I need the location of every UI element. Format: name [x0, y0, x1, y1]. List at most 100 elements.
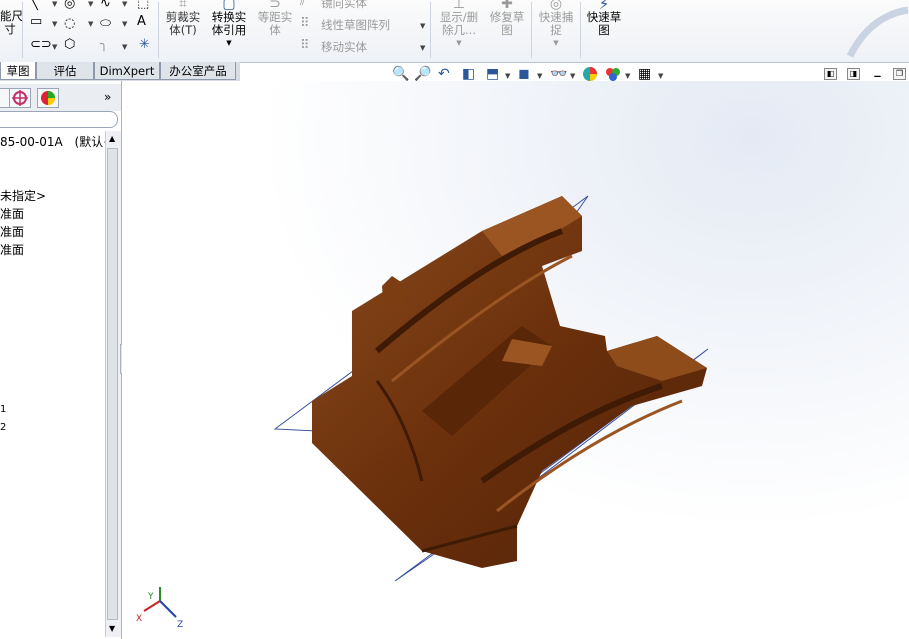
rectangle-icon[interactable]: ▭: [30, 15, 42, 29]
display-delete-relations-button[interactable]: ⊥ 显示/删 除几... ▼: [434, 0, 484, 50]
model-3d-view[interactable]: Y X Z: [122, 81, 909, 639]
move-icon[interactable]: ⠿: [300, 39, 310, 53]
chevron-down-icon[interactable]: ▼: [505, 72, 510, 80]
axis-y-label: Y: [147, 592, 154, 602]
repair-label: 修复草 图: [489, 10, 525, 37]
convert-label: 转换实 体引用: [211, 10, 247, 37]
slot-icon[interactable]: ⊂⊃: [30, 38, 52, 52]
scene-icon: [606, 68, 620, 81]
plane-icon[interactable]: ⬚: [137, 0, 149, 11]
chevron-down-icon[interactable]: ▼: [88, 0, 93, 8]
chevron-down-icon[interactable]: ▼: [122, 43, 127, 51]
material-text: 未指定>: [0, 189, 47, 203]
plane-text: 准面: [0, 207, 25, 221]
linear-pattern-icon[interactable]: ⠿: [300, 17, 310, 31]
chevron-down-icon[interactable]: ▼: [52, 0, 57, 8]
section-view-icon[interactable]: ◧: [462, 66, 475, 82]
scroll-thumb[interactable]: [107, 148, 118, 620]
feature-manager-pane: [0, 81, 122, 639]
appearance-ball-icon: [583, 67, 597, 81]
tree-item-2[interactable]: 2: [0, 422, 6, 433]
tab-evaluate[interactable]: 评估: [36, 62, 94, 80]
point-icon[interactable]: ✳: [139, 38, 150, 52]
view-settings-icon[interactable]: ▦: [638, 66, 651, 82]
chevron-down-icon[interactable]: ▼: [207, 37, 251, 50]
chevron-down-icon[interactable]: ▼: [625, 72, 630, 80]
chevron-down-icon[interactable]: ▼: [122, 20, 127, 28]
move-entities-label[interactable]: 移动实体: [321, 39, 367, 55]
mirror-entities-label[interactable]: 镜向实体: [321, 0, 367, 11]
tree-right-plane[interactable]: 准面: [0, 241, 24, 258]
polygon-icon[interactable]: ⬡: [64, 38, 75, 52]
tree-filter-input[interactable]: [0, 111, 118, 128]
tree-front-plane[interactable]: 准面: [0, 205, 24, 222]
offset-entities-button[interactable]: ⊃ 等距实 体: [254, 0, 296, 37]
zoom-to-area-icon[interactable]: 🔎: [414, 66, 431, 82]
display-manager-tab[interactable]: [37, 88, 59, 108]
mirror-icon[interactable]: ⫽: [300, 0, 306, 9]
color-wheel-icon: [41, 91, 55, 105]
chevron-down-icon[interactable]: ▼: [420, 22, 425, 30]
quick-snap-label: 快速捕 捉: [538, 10, 574, 37]
expand-chevron-icon[interactable]: »: [104, 90, 111, 104]
ds-logo-icon: [846, 6, 909, 58]
item-text: 1: [0, 404, 7, 415]
plane-text: 准面: [0, 225, 25, 239]
fillet-icon[interactable]: ╮: [100, 38, 108, 52]
tab-label: DimXpert: [99, 64, 155, 78]
linear-pattern-label[interactable]: 线性草图阵列: [321, 17, 390, 33]
smart-dimension-button[interactable]: 能尺 寸: [0, 10, 23, 36]
chevron-down-icon[interactable]: ▼: [88, 20, 93, 28]
display-style-icon[interactable]: ◼: [518, 66, 530, 82]
scroll-down-icon[interactable]: ▼: [109, 624, 115, 633]
ellipse-icon[interactable]: ⬭: [100, 17, 111, 31]
convert-entities-button[interactable]: ▢ 转换实 体引用 ▼: [207, 0, 251, 50]
tab-dimxpert[interactable]: DimXpert: [94, 62, 160, 80]
offset-label: 等距实 体: [257, 10, 293, 37]
item-text: 2: [0, 422, 7, 433]
axis-triad: Y X Z: [136, 587, 183, 630]
restore-button[interactable]: ❐: [893, 68, 906, 80]
repair-sketch-button[interactable]: ✚ 修复草 图: [486, 0, 528, 37]
chevron-down-icon[interactable]: ▼: [658, 72, 663, 80]
zoom-to-fit-icon[interactable]: 🔍: [392, 66, 409, 82]
part-body: [312, 196, 707, 568]
target-icon: [12, 90, 28, 106]
rapid-sketch-button[interactable]: ⚡ 快速草 图: [582, 0, 626, 37]
arc-icon[interactable]: ◌: [64, 17, 75, 31]
tile-left-button[interactable]: ◧: [824, 68, 837, 80]
tree-material[interactable]: 未指定>: [0, 187, 46, 204]
tile-right-button[interactable]: ◨: [847, 68, 860, 80]
tree-item-1[interactable]: 1: [0, 404, 6, 415]
dimxpert-manager-tab[interactable]: [9, 88, 31, 108]
chevron-down-icon[interactable]: ▼: [122, 0, 127, 8]
line-icon[interactable]: ╲: [30, 0, 38, 11]
view-orientation-icon[interactable]: ⬒: [486, 66, 499, 82]
chevron-down-icon[interactable]: ▼: [420, 44, 425, 52]
scroll-up-icon[interactable]: ▲: [109, 134, 115, 143]
chevron-down-icon[interactable]: ▼: [52, 20, 57, 28]
previous-view-icon[interactable]: ↶: [438, 66, 450, 82]
trim-label: 剪裁实 体(T): [165, 10, 201, 37]
chevron-down-icon[interactable]: ▼: [52, 43, 57, 51]
display-delete-label: 显示/删 除几...: [439, 10, 479, 37]
tab-label: 评估: [53, 64, 77, 78]
spline-icon[interactable]: ∿: [100, 0, 111, 11]
tree-top-plane[interactable]: 准面: [0, 223, 24, 240]
chevron-down-icon[interactable]: ▼: [537, 72, 542, 80]
chevron-down-icon[interactable]: ▼: [570, 72, 575, 80]
part-name[interactable]: 85-00-01A (默认<: [0, 133, 113, 150]
tab-label: 办公室产品: [169, 64, 227, 78]
chevron-down-icon[interactable]: ▼: [534, 37, 578, 50]
hide-show-items-icon[interactable]: 👓: [550, 66, 567, 82]
trim-entities-button[interactable]: ⌗ 剪裁实 体(T): [162, 0, 204, 37]
plane-text: 准面: [0, 243, 25, 257]
tab-label: 草图: [6, 64, 30, 78]
tab-office-products[interactable]: 办公室产品: [160, 62, 236, 80]
tab-sketch[interactable]: 草图: [0, 62, 36, 80]
circle-icon[interactable]: ◎: [64, 0, 75, 11]
minimize-button[interactable]: ▁: [871, 68, 884, 80]
text-icon[interactable]: A: [137, 15, 146, 29]
quick-snaps-button[interactable]: ◎ 快速捕 捉 ▼: [534, 0, 578, 50]
chevron-down-icon[interactable]: ▼: [434, 37, 484, 50]
